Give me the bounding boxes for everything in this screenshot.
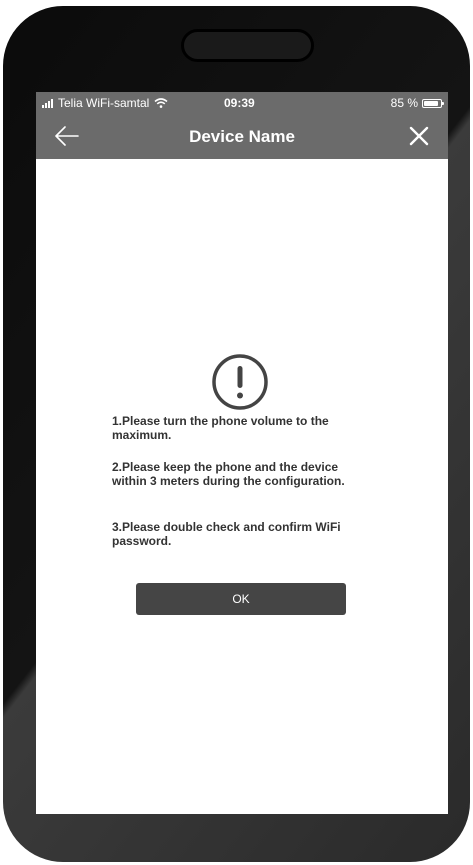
exclamation-circle-icon [212, 354, 268, 410]
status-right: 85 % [390, 96, 444, 110]
instruction-volume: 1.Please turn the phone volume to the ma… [112, 414, 329, 442]
phone-frame: Telia WiFi-samtal 09:39 85 % Device Name [3, 6, 470, 862]
status-left: Telia WiFi-samtal [42, 96, 168, 110]
close-icon[interactable] [409, 126, 429, 146]
app-screen: Telia WiFi-samtal 09:39 85 % Device Name [36, 92, 448, 814]
clock-label: 09:39 [224, 96, 255, 110]
signal-icon [42, 98, 54, 108]
instruction-password: 3.Please double check and confirm WiFi p… [112, 520, 341, 548]
nav-bar: Device Name [36, 114, 448, 159]
ok-button[interactable]: OK [136, 583, 346, 615]
phone-notch [181, 29, 314, 62]
page-title: Device Name [189, 127, 295, 146]
battery-percent-label: 85 % [390, 96, 418, 110]
instruction-distance: 2.Please keep the phone and the device w… [112, 460, 345, 488]
carrier-label: Telia WiFi-samtal [58, 96, 150, 110]
notice-dialog: 1.Please turn the phone volume to the ma… [112, 340, 363, 621]
battery-icon [422, 98, 444, 108]
status-bar: Telia WiFi-samtal 09:39 85 % [36, 92, 448, 114]
wifi-icon [154, 98, 168, 108]
